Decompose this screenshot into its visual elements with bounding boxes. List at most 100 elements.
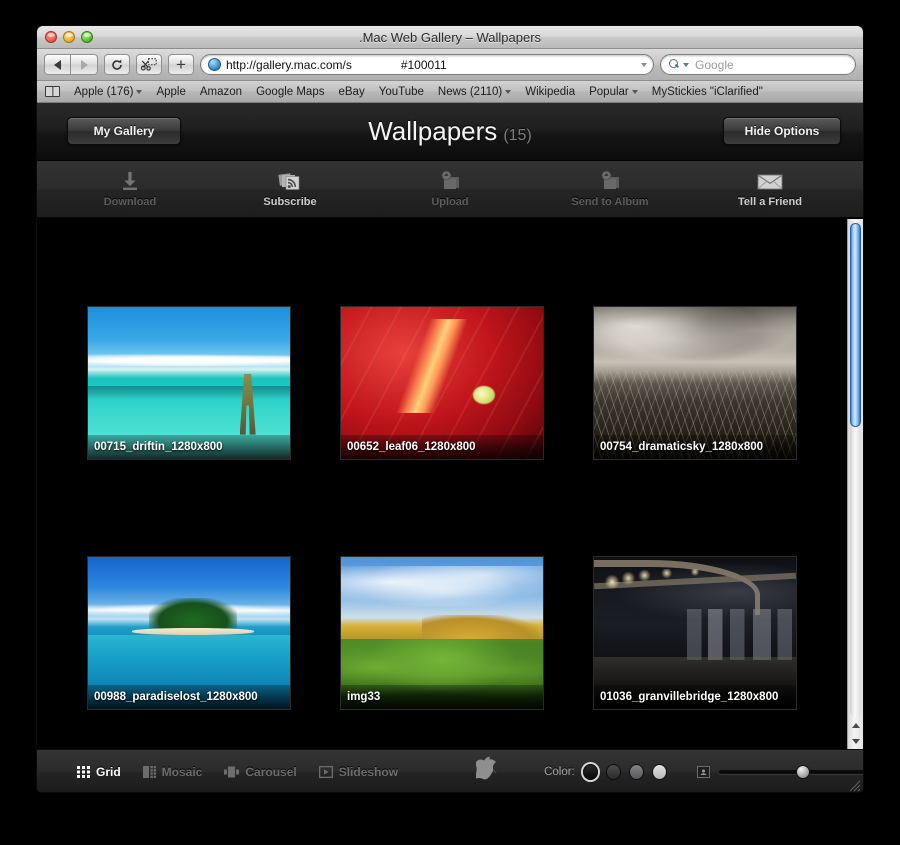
- photo-thumbnail[interactable]: 00715_driftin_1280x800: [88, 307, 290, 459]
- slideshow-play-icon: [318, 766, 333, 778]
- send-to-album-action[interactable]: Send to Album: [561, 170, 659, 208]
- download-label: Download: [103, 196, 157, 208]
- album-photo-count: (15): [503, 127, 532, 144]
- address-bar-url: http://gallery.mac.com/s: [226, 57, 352, 72]
- color-swatch-light-gray[interactable]: [651, 764, 667, 780]
- bookmark-item[interactable]: eBay: [338, 86, 364, 98]
- thumbnail-size-group: [696, 764, 863, 781]
- reload-button[interactable]: [104, 54, 130, 75]
- bookmark-item[interactable]: Apple (176): [74, 85, 143, 98]
- photo-caption: 00988_paradiselost_1280x800: [88, 685, 290, 709]
- search-menu-caret-icon[interactable]: [683, 62, 689, 67]
- upload-icon: [438, 170, 462, 192]
- scissors-icon: [141, 58, 157, 71]
- window-controls: [45, 31, 93, 43]
- album-title: Wallpapers: [368, 116, 498, 146]
- search-icon: [669, 59, 680, 70]
- color-swatch-dark-gray[interactable]: [605, 764, 621, 780]
- view-mode-mosaic-label: Mosaic: [161, 765, 203, 779]
- address-bar-caret-icon: [641, 62, 647, 67]
- close-button[interactable]: [45, 31, 57, 43]
- maximize-button[interactable]: [81, 31, 93, 43]
- photo-thumbnail[interactable]: 01036_granvillebridge_1280x800: [594, 557, 796, 709]
- window-title: .Mac Web Gallery – Wallpapers: [358, 30, 542, 45]
- address-bar[interactable]: http://gallery.mac.com/s #100011: [200, 54, 654, 75]
- back-button[interactable]: [44, 54, 71, 75]
- tell-a-friend-action[interactable]: Tell a Friend: [721, 170, 819, 208]
- scroll-down-arrow-icon[interactable]: [851, 738, 860, 744]
- mosaic-view-icon: [142, 766, 156, 778]
- photo-grid-scroll-area: 00715_driftin_1280x800 00652_leaf06_1280…: [37, 219, 847, 749]
- view-mode-group: Grid Mosaic Carousel Slideshow: [77, 765, 398, 779]
- tell-a-friend-label: Tell a Friend: [738, 196, 802, 208]
- small-thumbnail-icon[interactable]: [696, 766, 710, 778]
- subscribe-label: Subscribe: [263, 196, 317, 208]
- forward-button[interactable]: [71, 54, 98, 75]
- color-label: Color:: [544, 766, 575, 778]
- color-swatch-black[interactable]: [582, 764, 598, 780]
- minimize-button[interactable]: [63, 31, 75, 43]
- bookmark-item[interactable]: MyStickies "iClarified": [652, 86, 763, 98]
- view-mode-mosaic[interactable]: Mosaic: [142, 765, 203, 779]
- scrollbar-thumb[interactable]: [850, 223, 861, 427]
- view-mode-grid-label: Grid: [96, 765, 121, 779]
- bookmark-item[interactable]: Popular: [589, 86, 638, 98]
- vertical-scrollbar[interactable]: [847, 219, 863, 749]
- photo-grid: 00715_driftin_1280x800 00652_leaf06_1280…: [37, 219, 847, 709]
- subscribe-action[interactable]: Subscribe: [241, 170, 339, 208]
- bookmark-label: News (2110): [437, 85, 503, 98]
- add-bookmark-button[interactable]: +: [168, 54, 194, 75]
- bookmark-item[interactable]: Wikipedia: [525, 86, 575, 98]
- chevron-down-icon: [505, 89, 512, 94]
- view-mode-grid[interactable]: Grid: [77, 765, 121, 779]
- upload-label: Upload: [431, 196, 469, 208]
- view-mode-carousel-label: Carousel: [245, 765, 297, 779]
- send-to-album-icon: [598, 170, 622, 192]
- color-swatch-medium-gray[interactable]: [628, 764, 644, 780]
- reload-icon: [112, 59, 122, 70]
- upload-action[interactable]: Upload: [401, 170, 499, 208]
- download-action[interactable]: Download: [81, 170, 179, 208]
- photo-caption: 01036_granvillebridge_1280x800: [594, 685, 796, 709]
- hide-options-button[interactable]: Hide Options: [723, 117, 841, 145]
- view-mode-slideshow-label: Slideshow: [338, 765, 399, 779]
- bookmark-label: Apple (176): [74, 85, 134, 98]
- photo-thumbnail[interactable]: 00652_leaf06_1280x800: [341, 307, 543, 459]
- photo-caption: img33: [341, 685, 543, 709]
- chevron-down-icon: [631, 89, 638, 94]
- photo-thumbnail[interactable]: 00988_paradiselost_1280x800: [88, 557, 290, 709]
- resize-grip-icon[interactable]: [848, 779, 861, 792]
- back-arrow-icon: [54, 59, 61, 70]
- carousel-view-icon: [224, 766, 240, 778]
- view-mode-carousel[interactable]: Carousel: [224, 765, 297, 779]
- subscribe-rss-icon: [278, 170, 302, 192]
- address-bar-fragment: #100011: [400, 57, 447, 72]
- bookmarks-bar: Apple (176) Apple Amazon Google Maps eBa…: [37, 81, 863, 103]
- bookmark-item[interactable]: Amazon: [200, 86, 242, 98]
- search-field[interactable]: Google: [660, 54, 856, 75]
- scroll-up-arrow-icon[interactable]: [851, 722, 860, 728]
- envelope-icon: [757, 170, 783, 192]
- background-color-group: Color:: [544, 764, 667, 780]
- scrollbar-arrows: [848, 717, 863, 749]
- thumbnail-size-slider[interactable]: [718, 765, 863, 779]
- bookmark-label: Popular: [589, 85, 629, 98]
- send-to-album-label: Send to Album: [571, 196, 649, 208]
- photo-thumbnail[interactable]: 00754_dramaticsky_1280x800: [594, 307, 796, 459]
- bookmark-item[interactable]: Google Maps: [256, 86, 324, 98]
- bookmark-item[interactable]: Apple: [156, 86, 185, 98]
- view-mode-slideshow[interactable]: Slideshow: [318, 765, 399, 779]
- photo-caption: 00715_driftin_1280x800: [88, 435, 290, 459]
- snapback-button[interactable]: [136, 54, 162, 75]
- bookmarks-book-icon[interactable]: [45, 86, 60, 97]
- gallery-header: My Gallery Wallpapers (15) Hide Options: [37, 103, 863, 161]
- bookmark-item[interactable]: News (2110): [437, 85, 512, 98]
- photo-caption: 00652_leaf06_1280x800: [341, 435, 543, 459]
- gallery-footer-bar: Grid Mosaic Carousel Slideshow Color:: [37, 749, 863, 792]
- forward-arrow-icon: [80, 59, 88, 70]
- apple-logo-icon: [473, 756, 498, 788]
- photo-thumbnail[interactable]: img33: [341, 557, 543, 709]
- browser-window: .Mac Web Gallery – Wallpapers + http://g…: [36, 25, 864, 793]
- bookmark-item[interactable]: YouTube: [379, 86, 424, 98]
- slider-knob[interactable]: [795, 765, 810, 779]
